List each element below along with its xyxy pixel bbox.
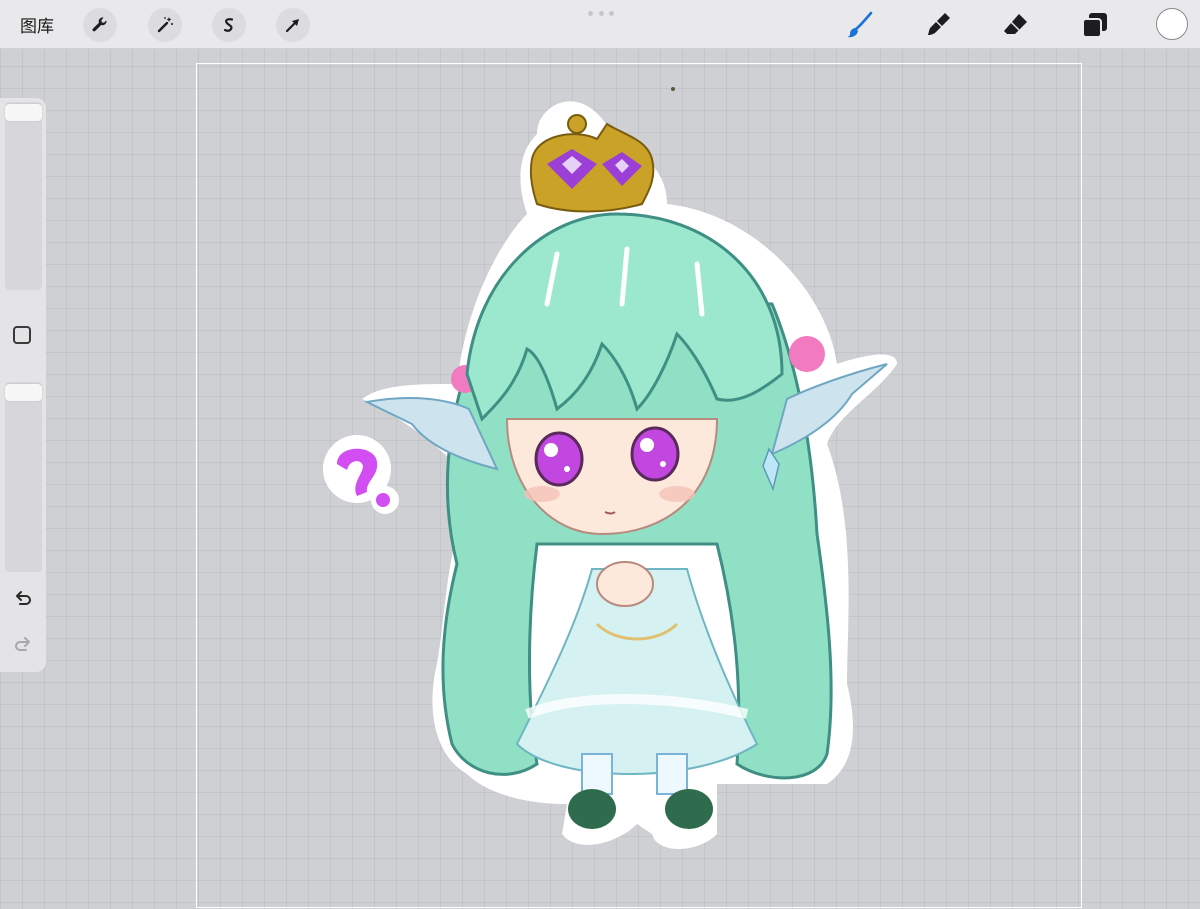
transform-arrow-icon <box>285 19 299 33</box>
magic-wand-icon <box>157 17 173 33</box>
selection-button[interactable] <box>212 8 246 42</box>
right-sock <box>656 753 688 795</box>
brush-size-slider[interactable] <box>5 102 42 290</box>
brush-size-slider-thumb[interactable] <box>5 104 42 121</box>
stray-paint-dot <box>671 87 675 91</box>
layers-icon <box>1082 13 1107 38</box>
transform-button[interactable] <box>276 8 310 42</box>
paint-button[interactable] <box>843 8 877 42</box>
opacity-slider[interactable] <box>5 382 42 572</box>
eraser-button[interactable] <box>999 8 1033 42</box>
adjustments-button[interactable] <box>148 8 182 42</box>
selection-icon <box>223 18 234 32</box>
top-toolbar: 图库 <box>0 0 1200 49</box>
artwork-illustration <box>323 87 897 849</box>
right-eye <box>630 426 680 482</box>
layers-button[interactable] <box>1078 8 1112 42</box>
hands <box>596 561 654 607</box>
actions-button[interactable] <box>83 8 117 42</box>
left-shoe <box>568 789 616 829</box>
opacity-slider-thumb[interactable] <box>5 384 42 401</box>
eraser-icon <box>1004 14 1027 34</box>
left-sidebar <box>0 98 46 672</box>
brush-icon <box>847 11 873 38</box>
undo-icon[interactable] <box>12 588 34 610</box>
smudge-icon <box>928 13 950 35</box>
color-picker-button[interactable] <box>1156 8 1188 40</box>
smudge-button[interactable] <box>921 8 955 42</box>
left-sock <box>581 753 613 795</box>
drawing-canvas[interactable] <box>196 63 1082 908</box>
right-hair-flower <box>789 336 825 372</box>
left-eye <box>534 431 584 487</box>
toolbar-grabber[interactable] <box>588 11 614 16</box>
redo-icon[interactable] <box>12 634 34 656</box>
square-icon[interactable] <box>13 326 31 344</box>
right-shoe <box>665 789 713 829</box>
wrench-icon <box>92 17 107 32</box>
gallery-button[interactable]: 图库 <box>20 12 54 37</box>
